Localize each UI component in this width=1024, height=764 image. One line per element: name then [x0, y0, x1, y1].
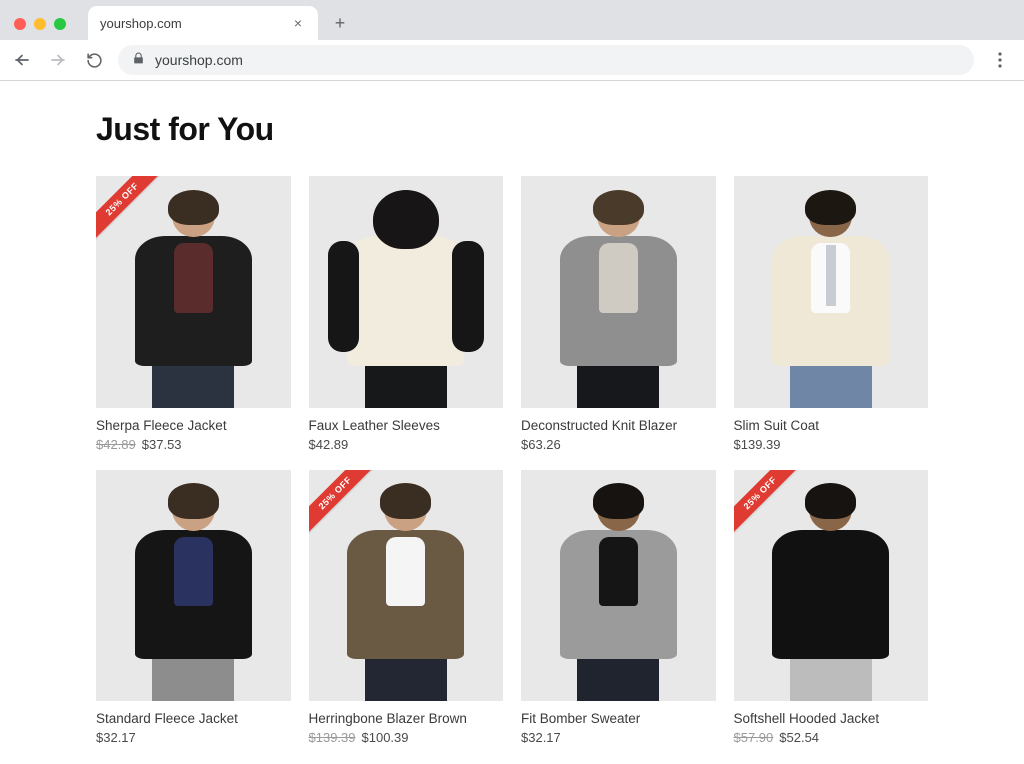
product-price: $139.39 $100.39 [309, 730, 504, 745]
arrow-right-icon [49, 51, 67, 69]
product-card[interactable]: 25% OFF Herringbone Blazer Brown $139.39… [309, 470, 504, 746]
window-maximize-button[interactable] [54, 18, 66, 30]
product-card[interactable]: Slim Suit Coat $139.39 [734, 176, 929, 452]
browser-tab[interactable]: yourshop.com × [88, 6, 318, 40]
product-current-price: $42.89 [309, 437, 349, 452]
product-grid: 25% OFF Sherpa Fleece Jacket $42.89 $37.5… [96, 176, 928, 745]
product-price: $139.39 [734, 437, 929, 452]
product-card[interactable]: 25% OFF Softshell Hooded Jacket $57.90$5… [734, 470, 929, 746]
product-price: $32.17 [521, 730, 716, 745]
product-price: $42.89 [309, 437, 504, 452]
product-price: $63.26 [521, 437, 716, 452]
product-current-price: $139.39 [734, 437, 781, 452]
product-name: Sherpa Fleece Jacket [96, 418, 291, 433]
product-current-price: $32.17 [96, 730, 136, 745]
window-close-button[interactable] [14, 18, 26, 30]
product-image[interactable]: 25% OFF [309, 470, 504, 702]
section-title: Just for You [96, 111, 928, 148]
product-name: Softshell Hooded Jacket [734, 711, 929, 726]
window-controls [14, 18, 66, 30]
product-name: Standard Fleece Jacket [96, 711, 291, 726]
page-content: Just for You 25% OFF Sherpa Fleece Jacke… [0, 81, 1024, 745]
browser-menu-button[interactable] [986, 46, 1014, 74]
new-tab-button[interactable]: + [326, 9, 354, 37]
tab-close-icon[interactable]: × [290, 13, 306, 33]
back-button[interactable] [10, 48, 34, 72]
product-name: Deconstructed Knit Blazer [521, 418, 716, 433]
product-image[interactable] [734, 176, 929, 408]
reload-icon [86, 52, 103, 69]
browser-chrome: yourshop.com × + yourshop.com [0, 0, 1024, 81]
product-image[interactable]: 25% OFF [96, 176, 291, 408]
product-current-price: $52.54 [779, 730, 819, 745]
product-card[interactable]: Fit Bomber Sweater $32.17 [521, 470, 716, 746]
product-price: $42.89 $37.53 [96, 437, 291, 452]
arrow-left-icon [13, 51, 31, 69]
tab-title: yourshop.com [100, 16, 290, 31]
product-image[interactable]: 25% OFF [734, 470, 929, 702]
forward-button[interactable] [46, 48, 70, 72]
product-image[interactable] [309, 176, 504, 408]
product-card[interactable]: Standard Fleece Jacket $32.17 [96, 470, 291, 746]
product-card[interactable]: 25% OFF Sherpa Fleece Jacket $42.89 $37.5… [96, 176, 291, 452]
reload-button[interactable] [82, 48, 106, 72]
product-current-price: $32.17 [521, 730, 561, 745]
lock-icon [132, 52, 145, 68]
product-price: $32.17 [96, 730, 291, 745]
tab-strip: yourshop.com × + [0, 0, 1024, 40]
address-bar[interactable]: yourshop.com [118, 45, 974, 75]
product-name: Herringbone Blazer Brown [309, 711, 504, 726]
product-price: $57.90 $52.54 [734, 730, 929, 745]
product-current-price: $100.39 [362, 730, 409, 745]
product-current-price: $63.26 [521, 437, 561, 452]
product-name: Fit Bomber Sweater [521, 711, 716, 726]
product-image[interactable] [521, 176, 716, 408]
product-name: Faux Leather Sleeves [309, 418, 504, 433]
address-bar-url: yourshop.com [155, 52, 243, 68]
product-current-price: $37.53 [142, 437, 182, 452]
product-card[interactable]: Faux Leather Sleeves $42.89 [309, 176, 504, 452]
product-image[interactable] [96, 470, 291, 702]
kebab-icon [998, 52, 1002, 68]
product-old-price: $139.39 [309, 730, 356, 745]
window-minimize-button[interactable] [34, 18, 46, 30]
product-card[interactable]: Deconstructed Knit Blazer $63.26 [521, 176, 716, 452]
browser-toolbar: yourshop.com [0, 40, 1024, 80]
product-old-price: $57.90 [734, 730, 774, 745]
product-image[interactable] [521, 470, 716, 702]
product-name: Slim Suit Coat [734, 418, 929, 433]
product-old-price: $42.89 [96, 437, 136, 452]
